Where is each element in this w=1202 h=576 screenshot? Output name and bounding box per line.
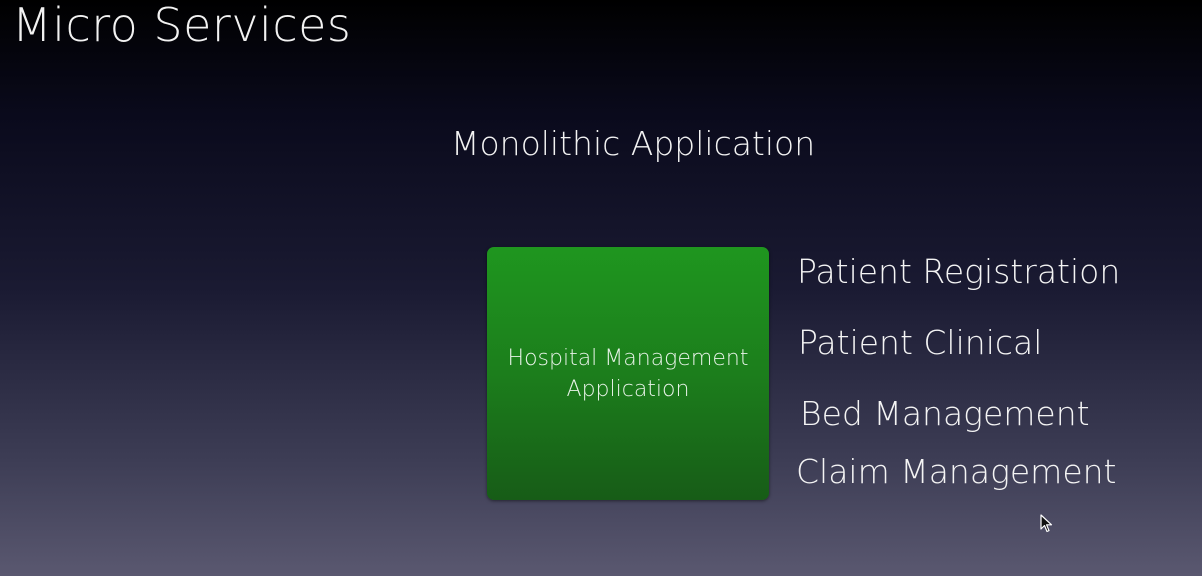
module-patient-registration: Patient Registration: [797, 252, 1121, 291]
hospital-management-application-box: Hospital Management Application: [487, 247, 769, 500]
module-bed-management: Bed Management: [800, 394, 1090, 433]
module-claim-management: Claim Management: [796, 452, 1117, 491]
slide-subtitle: Monolithic Application: [451, 124, 816, 163]
module-patient-clinical: Patient Clinical: [798, 323, 1043, 362]
mouse-pointer-icon: [1040, 514, 1053, 533]
app-box-label: Hospital Management Application: [507, 345, 749, 402]
slide-title: Micro Services: [12, 0, 352, 52]
